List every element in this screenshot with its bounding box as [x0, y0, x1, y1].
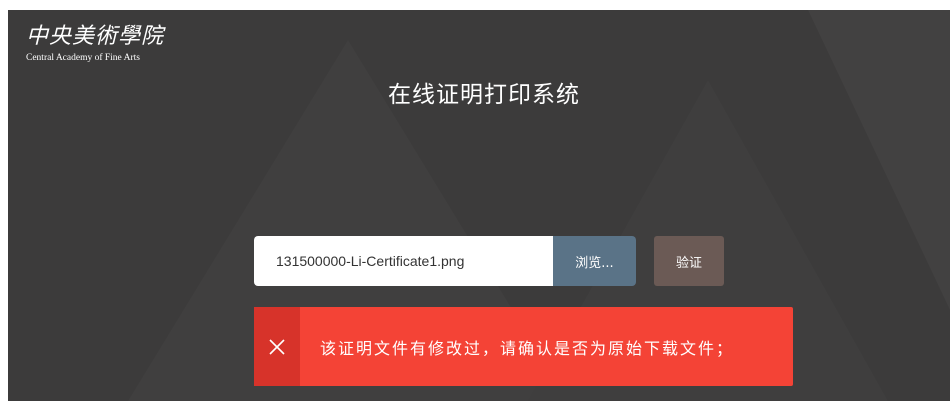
academy-logo[interactable]: 中央美術學院 Central Academy of Fine Arts	[26, 24, 164, 64]
alert-message: 该证明文件有修改过，请确认是否为原始下载文件；	[320, 338, 735, 358]
error-alert: 该证明文件有修改过，请确认是否为原始下载文件；	[254, 307, 793, 386]
page-title: 在线证明打印系统	[388, 82, 580, 108]
logo-chinese-name: 中央美術學院	[26, 24, 165, 49]
close-icon[interactable]	[254, 307, 300, 386]
logo-english-name: Central Academy of Fine Arts	[26, 53, 140, 63]
page-background: 中央美術學院 Central Academy of Fine Arts 在线证明…	[8, 10, 950, 401]
browse-button[interactable]: 浏览...	[553, 236, 636, 286]
file-path-field[interactable]: 131500000-Li-Certificate1.png	[254, 236, 558, 286]
file-name-text: 131500000-Li-Certificate1.png	[276, 253, 465, 269]
verify-button[interactable]: 验证	[654, 236, 724, 286]
